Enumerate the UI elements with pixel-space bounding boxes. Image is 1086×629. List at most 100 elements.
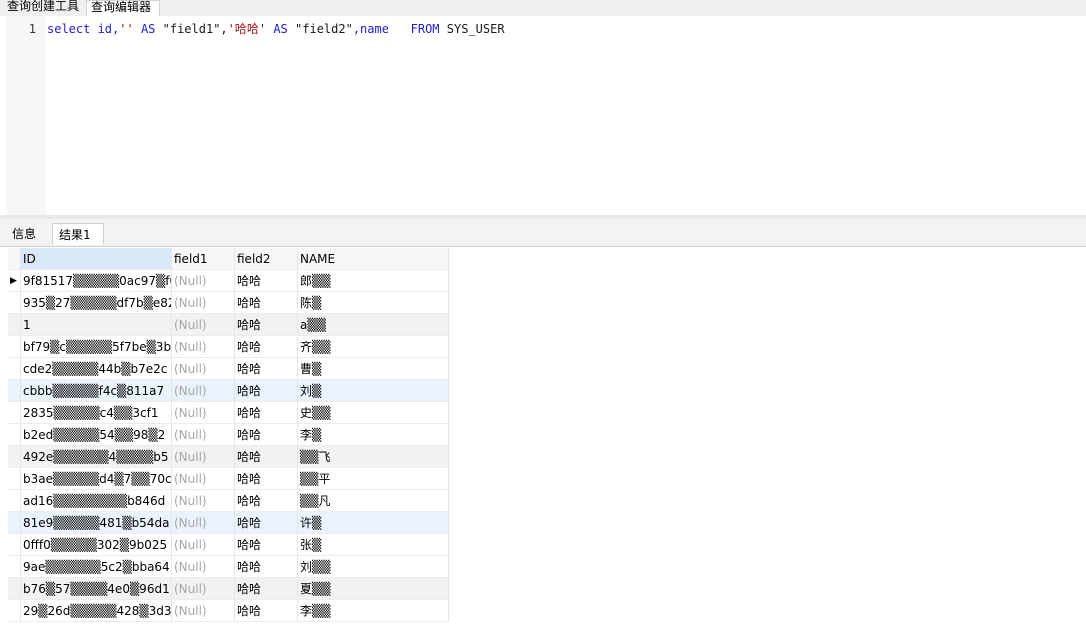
cell-field1[interactable]: (Null): [172, 314, 235, 336]
cell-field1[interactable]: (Null): [172, 600, 235, 622]
cell-name[interactable]: 郎▒▒: [298, 270, 449, 292]
tab-result-1[interactable]: 结果1: [52, 223, 104, 245]
cell-name[interactable]: 曹▒: [298, 358, 449, 380]
cell-id[interactable]: 9ae▒▒▒▒▒▒5c2▒bba64: [21, 556, 172, 578]
cell-field1[interactable]: (Null): [172, 446, 235, 468]
cell-name[interactable]: 李▒: [298, 424, 449, 446]
row-indicator[interactable]: [8, 534, 21, 556]
cell-name[interactable]: 李▒▒: [298, 600, 449, 622]
table-row[interactable]: 935▒27▒▒▒▒▒df7b▒e824 (Null) 哈哈 陈▒: [8, 292, 449, 314]
cell-name[interactable]: 史▒▒: [298, 402, 449, 424]
tab-query-editor[interactable]: 查询编辑器: [86, 0, 160, 16]
cell-field2[interactable]: 哈哈: [235, 490, 298, 512]
row-indicator[interactable]: [8, 336, 21, 358]
table-row[interactable]: 9ae▒▒▒▒▒▒5c2▒bba64 (Null) 哈哈 刘▒▒: [8, 556, 449, 578]
cell-id[interactable]: 29▒26d▒▒▒▒▒428▒3d3fc: [21, 600, 172, 622]
table-row[interactable]: 81e9▒▒▒▒▒481▒b54da (Null) 哈哈 许▒: [8, 512, 449, 534]
row-indicator[interactable]: [8, 424, 21, 446]
cell-name[interactable]: 张▒: [298, 534, 449, 556]
cell-id[interactable]: 1: [21, 314, 172, 336]
row-indicator[interactable]: [8, 490, 21, 512]
row-indicator[interactable]: [8, 358, 21, 380]
table-row[interactable]: 29▒26d▒▒▒▒▒428▒3d3fc (Null) 哈哈 李▒▒: [8, 600, 449, 622]
sql-editor[interactable]: 1 select id,'' AS "field1",'哈哈' AS "fiel…: [0, 16, 1086, 215]
table-row[interactable]: ▶ 9f81517▒▒▒▒▒0ac97▒f05 (Null) 哈哈 郎▒▒: [8, 270, 449, 292]
cell-name[interactable]: 夏▒▒: [298, 578, 449, 600]
cell-field1[interactable]: (Null): [172, 534, 235, 556]
cell-field1[interactable]: (Null): [172, 512, 235, 534]
cell-field2[interactable]: 哈哈: [235, 468, 298, 490]
row-indicator[interactable]: [8, 468, 21, 490]
cell-id[interactable]: ad16▒▒▒▒▒▒▒▒b846d: [21, 490, 172, 512]
cell-id[interactable]: 9f81517▒▒▒▒▒0ac97▒f05: [21, 270, 172, 292]
row-indicator[interactable]: [8, 600, 21, 622]
cell-field2[interactable]: 哈哈: [235, 446, 298, 468]
cell-field1[interactable]: (Null): [172, 336, 235, 358]
cell-field1[interactable]: (Null): [172, 358, 235, 380]
cell-field2[interactable]: 哈哈: [235, 292, 298, 314]
cell-field1[interactable]: (Null): [172, 468, 235, 490]
column-header-field1[interactable]: field1: [172, 248, 235, 270]
sql-code-line[interactable]: select id,'' AS "field1",'哈哈' AS "field2…: [47, 22, 505, 36]
cell-field2[interactable]: 哈哈: [235, 578, 298, 600]
cell-id[interactable]: 2835▒▒▒▒▒c4▒▒3cf1: [21, 402, 172, 424]
table-row[interactable]: b2ed▒▒▒▒▒54▒▒98▒2 (Null) 哈哈 李▒: [8, 424, 449, 446]
cell-name[interactable]: 刘▒▒: [298, 556, 449, 578]
row-indicator[interactable]: [8, 446, 21, 468]
table-row[interactable]: b3ae▒▒▒▒▒d4▒7▒▒70c (Null) 哈哈 ▒▒平: [8, 468, 449, 490]
cell-id[interactable]: b76▒57▒▒▒▒4e0▒96d1: [21, 578, 172, 600]
cell-id[interactable]: 935▒27▒▒▒▒▒df7b▒e824: [21, 292, 172, 314]
row-indicator[interactable]: [8, 402, 21, 424]
cell-name[interactable]: ▒▒平: [298, 468, 449, 490]
table-row[interactable]: cde2▒▒▒▒▒44b▒b7e2c (Null) 哈哈 曹▒: [8, 358, 449, 380]
cell-field1[interactable]: (Null): [172, 380, 235, 402]
row-indicator[interactable]: [8, 556, 21, 578]
cell-field1[interactable]: (Null): [172, 292, 235, 314]
cell-field1[interactable]: (Null): [172, 424, 235, 446]
cell-name[interactable]: 陈▒: [298, 292, 449, 314]
table-row[interactable]: 1 (Null) 哈哈 a▒▒: [8, 314, 449, 336]
cell-id[interactable]: b2ed▒▒▒▒▒54▒▒98▒2: [21, 424, 172, 446]
cell-id[interactable]: cbbb▒▒▒▒▒f4c▒811a7: [21, 380, 172, 402]
cell-field2[interactable]: 哈哈: [235, 380, 298, 402]
cell-field2[interactable]: 哈哈: [235, 512, 298, 534]
row-indicator[interactable]: [8, 292, 21, 314]
table-row[interactable]: b76▒57▒▒▒▒4e0▒96d1 (Null) 哈哈 夏▒▒: [8, 578, 449, 600]
cell-id[interactable]: 492e▒▒▒▒▒▒4▒▒▒▒b5: [21, 446, 172, 468]
cell-id[interactable]: bf79▒c▒▒▒▒▒5f7be▒3bc: [21, 336, 172, 358]
cell-name[interactable]: a▒▒: [298, 314, 449, 336]
table-row[interactable]: 492e▒▒▒▒▒▒4▒▒▒▒b5 (Null) 哈哈 ▒▒飞: [8, 446, 449, 468]
cell-field2[interactable]: 哈哈: [235, 336, 298, 358]
cell-name[interactable]: 许▒: [298, 512, 449, 534]
cell-field2[interactable]: 哈哈: [235, 600, 298, 622]
cell-field2[interactable]: 哈哈: [235, 534, 298, 556]
cell-field1[interactable]: (Null): [172, 402, 235, 424]
cell-id[interactable]: b3ae▒▒▒▒▒d4▒7▒▒70c: [21, 468, 172, 490]
cell-field1[interactable]: (Null): [172, 490, 235, 512]
current-row-indicator-icon[interactable]: ▶: [8, 270, 21, 292]
cell-field2[interactable]: 哈哈: [235, 402, 298, 424]
table-row[interactable]: ad16▒▒▒▒▒▒▒▒b846d (Null) 哈哈 ▒▒凡: [8, 490, 449, 512]
tab-info[interactable]: 信息: [6, 223, 50, 245]
cell-id[interactable]: cde2▒▒▒▒▒44b▒b7e2c: [21, 358, 172, 380]
cell-field2[interactable]: 哈哈: [235, 358, 298, 380]
cell-field2[interactable]: 哈哈: [235, 314, 298, 336]
row-indicator[interactable]: [8, 380, 21, 402]
result-grid[interactable]: ID field1 field2 NAME ▶ 9f81517▒▒▒▒▒0ac97…: [8, 248, 449, 629]
row-indicator[interactable]: [8, 314, 21, 336]
column-header-id[interactable]: ID: [21, 248, 172, 270]
cell-id[interactable]: 81e9▒▒▒▒▒481▒b54da: [21, 512, 172, 534]
table-row[interactable]: bf79▒c▒▒▒▒▒5f7be▒3bc (Null) 哈哈 齐▒▒: [8, 336, 449, 358]
table-row[interactable]: 0fff0▒▒▒▒▒302▒9b025 (Null) 哈哈 张▒: [8, 534, 449, 556]
table-row[interactable]: cbbb▒▒▒▒▒f4c▒811a7 (Null) 哈哈 刘▒: [8, 380, 449, 402]
cell-name[interactable]: 刘▒: [298, 380, 449, 402]
cell-field1[interactable]: (Null): [172, 270, 235, 292]
table-row[interactable]: 2835▒▒▒▒▒c4▒▒3cf1 (Null) 哈哈 史▒▒: [8, 402, 449, 424]
column-header-field2[interactable]: field2: [235, 248, 298, 270]
cell-field2[interactable]: 哈哈: [235, 424, 298, 446]
column-header-name[interactable]: NAME: [298, 248, 449, 270]
cell-field2[interactable]: 哈哈: [235, 556, 298, 578]
cell-name[interactable]: 齐▒▒: [298, 336, 449, 358]
cell-field2[interactable]: 哈哈: [235, 270, 298, 292]
row-indicator[interactable]: [8, 512, 21, 534]
